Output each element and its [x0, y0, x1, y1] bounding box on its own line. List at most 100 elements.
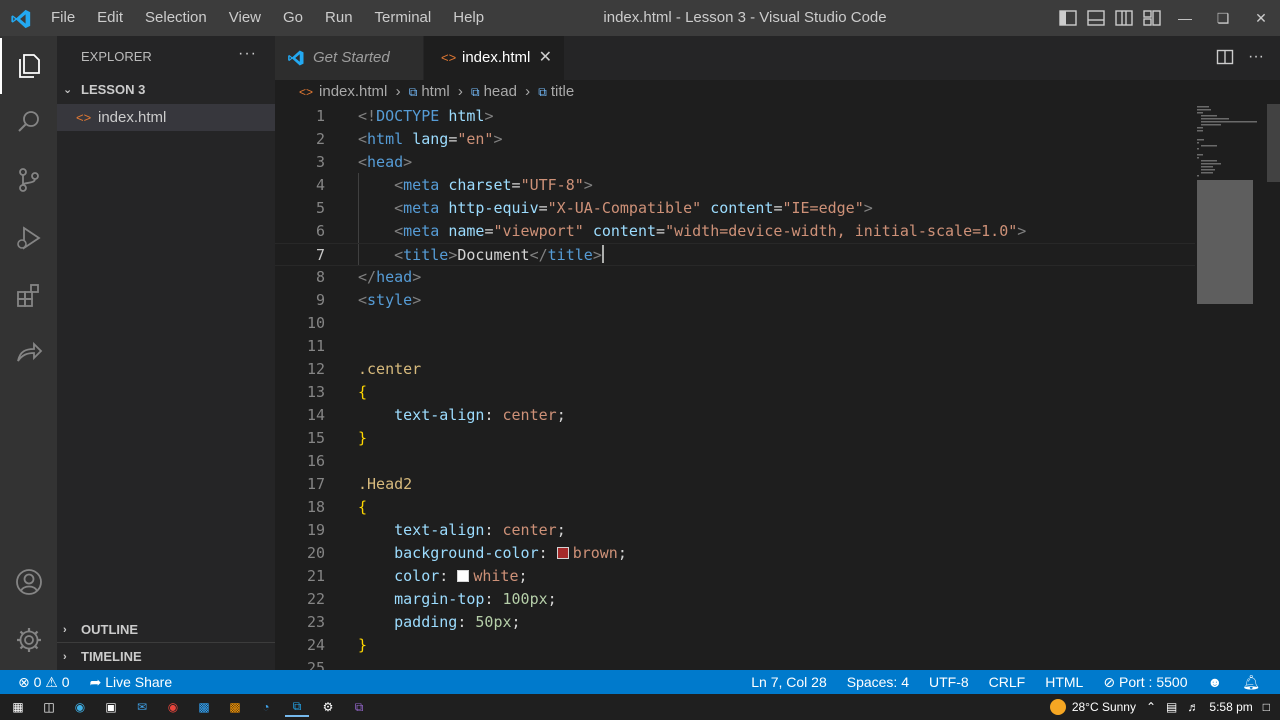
problems-indicator[interactable]: ⊗ 0 ⚠ 0 [18, 670, 70, 694]
live-share-button[interactable] [0, 326, 57, 382]
chrome-icon[interactable]: ◉ [161, 697, 185, 717]
close-tab-icon[interactable]: ✕ [539, 36, 552, 80]
breadcrumb-html[interactable]: html [421, 83, 449, 100]
code-line: .Head2 [358, 475, 413, 493]
html-file-icon: <> [76, 110, 92, 125]
menu-go[interactable]: Go [272, 0, 314, 36]
run-debug-icon [16, 226, 41, 250]
editor-actions: ··· [1216, 48, 1264, 66]
minimap[interactable] [1197, 104, 1261, 314]
chevron-right-icon: › [63, 651, 67, 663]
visual-studio-icon[interactable]: ⧉ [347, 697, 371, 717]
close-icon[interactable]: ✕ [1242, 0, 1280, 36]
mail-icon[interactable]: ✉ [130, 697, 154, 717]
explorer-sidebar: EXPLORER ··· ⌄ LESSON 3 <> index.html › … [57, 36, 275, 670]
outline-section[interactable]: › OUTLINE [57, 616, 275, 644]
extensions-button[interactable] [0, 268, 57, 324]
more-actions-icon[interactable]: ··· [1248, 48, 1264, 66]
run-debug-button[interactable] [0, 210, 57, 266]
volume-icon[interactable]: ♬ [1187, 700, 1199, 714]
weather-widget[interactable]: 28°C Sunny [1049, 699, 1136, 715]
customize-layout-icon[interactable] [1142, 8, 1162, 28]
line-number: 13 [306, 383, 325, 401]
windows-start-icon[interactable]: ▦ [6, 697, 30, 717]
port-icon: ⊘ [1103, 674, 1116, 690]
line-number: 9 [315, 291, 325, 309]
html-file-icon: <> [299, 85, 314, 99]
vscode-taskbar-icon[interactable]: ⧉ [285, 697, 309, 717]
folder-label: LESSON 3 [81, 82, 146, 97]
timeline-section[interactable]: › TIMELINE [57, 643, 275, 671]
breadcrumb-file[interactable]: index.html [319, 83, 387, 100]
end-of-line[interactable]: CRLF [989, 670, 1026, 694]
menu-help[interactable]: Help [442, 0, 495, 36]
accounts-button[interactable] [0, 554, 57, 610]
line-number: 2 [315, 130, 325, 148]
file-index-html[interactable]: <> index.html [57, 104, 275, 131]
menu-edit[interactable]: Edit [86, 0, 134, 36]
split-editor-icon[interactable] [1216, 48, 1234, 66]
notification-center-icon[interactable]: □ [1263, 700, 1270, 714]
photoshop-icon[interactable]: ▩ [192, 697, 216, 717]
tab-get-started[interactable]: Get Started [275, 36, 423, 80]
encoding[interactable]: UTF-8 [929, 670, 969, 694]
live-share-status[interactable]: ➦ Live Share [90, 670, 173, 694]
menu-file[interactable]: File [40, 0, 86, 36]
title-bar: File Edit Selection View Go Run Terminal… [0, 0, 1280, 36]
edge-icon[interactable]: ◔ [254, 697, 278, 717]
code-editor[interactable]: 1 <!DOCTYPE html> 2 <html lang="en"> 3 <hea… [275, 104, 1280, 670]
time-display[interactable]: 5:58 pm [1209, 700, 1252, 714]
line-number: 12 [306, 360, 325, 378]
search-button[interactable] [0, 94, 57, 150]
line-number: 14 [306, 406, 325, 424]
scrollbar-thumb[interactable] [1267, 104, 1280, 182]
menu-view[interactable]: View [218, 0, 272, 36]
color-swatch-brown[interactable] [556, 547, 569, 559]
store-icon[interactable]: ▣ [99, 697, 123, 717]
illustrator-icon[interactable]: ▩ [223, 697, 247, 717]
toggle-secondary-sidebar-icon[interactable] [1114, 8, 1134, 28]
toggle-panel-icon[interactable] [1086, 8, 1106, 28]
tab-index-html[interactable]: <> index.html ✕ [424, 36, 564, 80]
breadcrumb-title[interactable]: title [551, 83, 574, 100]
edge-browser-icon[interactable]: ◉ [68, 697, 92, 717]
menu-selection[interactable]: Selection [134, 0, 218, 36]
menu-terminal[interactable]: Terminal [364, 0, 443, 36]
toggle-primary-sidebar-icon[interactable] [1058, 8, 1078, 28]
code-line: <meta name="viewport" content="width=dev… [394, 222, 1027, 240]
extensions-icon [16, 284, 39, 307]
vertical-scrollbar[interactable] [1266, 104, 1280, 670]
layout-controls [1058, 8, 1162, 28]
indentation[interactable]: Spaces: 4 [847, 670, 909, 694]
more-actions-icon[interactable]: ··· [238, 45, 257, 63]
task-view-icon[interactable]: ◫ [37, 697, 61, 717]
line-number: 17 [306, 475, 325, 493]
line-number: 10 [306, 314, 325, 332]
explorer-button[interactable] [0, 38, 57, 94]
gear-icon [16, 628, 41, 652]
breadcrumb-head[interactable]: head [484, 83, 517, 100]
maximize-icon[interactable]: ❏ [1204, 0, 1242, 36]
source-control-button[interactable] [0, 152, 57, 208]
vscode-logo-icon [11, 9, 31, 29]
menu-run[interactable]: Run [314, 0, 364, 36]
line-number: 16 [306, 452, 325, 470]
color-swatch-white[interactable] [457, 570, 470, 582]
network-icon[interactable]: ▤ [1166, 700, 1177, 714]
tab-label: Get Started [313, 49, 390, 66]
cursor-position[interactable]: Ln 7, Col 28 [751, 670, 827, 694]
search-icon [17, 111, 39, 132]
minimize-icon[interactable]: — [1166, 0, 1204, 36]
live-server-port[interactable]: ⊘ Port : 5500 [1103, 670, 1187, 694]
notifications-icon[interactable]: 🔔︎ [1242, 670, 1260, 694]
tray-chevron-up-icon[interactable]: ⌃ [1146, 700, 1156, 714]
manage-button[interactable] [0, 612, 57, 668]
file-label: index.html [98, 109, 167, 126]
window-controls: — ❏ ✕ [1166, 0, 1280, 36]
settings-taskbar-icon[interactable]: ⚙ [316, 697, 340, 717]
feedback-icon[interactable]: ☻ [1207, 670, 1222, 694]
html-file-icon: <> [441, 50, 457, 65]
folder-lesson-3[interactable]: ⌄ LESSON 3 [57, 76, 275, 104]
language-mode[interactable]: HTML [1045, 670, 1083, 694]
code-line: { [358, 383, 368, 401]
